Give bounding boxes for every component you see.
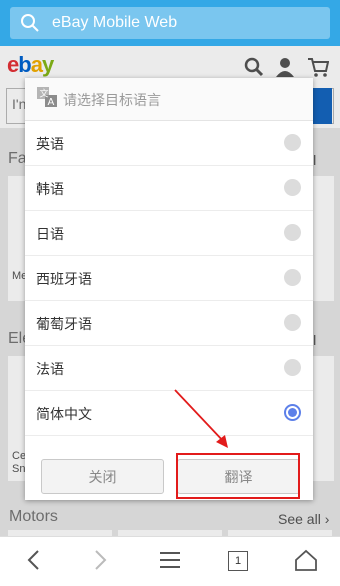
radio-button[interactable] — [284, 179, 301, 196]
language-option-korean[interactable]: 韩语 — [25, 166, 313, 211]
search-icon — [21, 14, 39, 32]
back-icon[interactable] — [22, 548, 46, 572]
tab-count: 1 — [234, 555, 242, 567]
language-option-spanish[interactable]: 西班牙语 — [25, 256, 313, 301]
option-label: 韩语 — [36, 181, 64, 197]
forward-icon[interactable] — [88, 548, 112, 572]
annotation-arrow-icon — [174, 389, 228, 448]
dialog-header: 文 A 请选择目标语言 — [25, 78, 313, 121]
option-label: 英语 — [36, 136, 64, 152]
dialog-title: 请选择目标语言 — [63, 92, 161, 108]
tabs-button[interactable]: 1 — [228, 551, 248, 571]
annotation-highlight-box — [176, 453, 300, 499]
close-button[interactable]: 关闭 — [41, 459, 164, 494]
svg-text:A: A — [48, 97, 55, 108]
radio-button[interactable] — [284, 269, 301, 286]
language-option-portuguese[interactable]: 葡萄牙语 — [25, 301, 313, 346]
language-option-french[interactable]: 法语 — [25, 346, 313, 391]
translate-dialog: 文 A 请选择目标语言 英语 韩语 日语 西班牙语 葡萄牙语 法语 简体中文 关… — [25, 78, 313, 500]
radio-button[interactable] — [284, 224, 301, 241]
radio-button[interactable] — [284, 314, 301, 331]
radio-button[interactable] — [284, 359, 301, 376]
radio-button[interactable] — [284, 134, 301, 151]
language-option-japanese[interactable]: 日语 — [25, 211, 313, 256]
option-label: 法语 — [36, 361, 64, 377]
option-label: 日语 — [36, 226, 64, 242]
option-label: 西班牙语 — [36, 271, 92, 287]
translate-icon: 文 A — [37, 87, 57, 108]
language-option-simplified-chinese[interactable]: 简体中文 — [25, 391, 313, 436]
language-option-english[interactable]: 英语 — [25, 121, 313, 166]
option-label: 葡萄牙语 — [36, 316, 92, 332]
option-label: 简体中文 — [36, 406, 92, 422]
menu-icon[interactable] — [158, 548, 182, 572]
home-icon[interactable] — [294, 548, 318, 572]
url-placeholder: eBay Mobile Web — [52, 14, 178, 31]
radio-button-selected[interactable] — [284, 404, 301, 421]
